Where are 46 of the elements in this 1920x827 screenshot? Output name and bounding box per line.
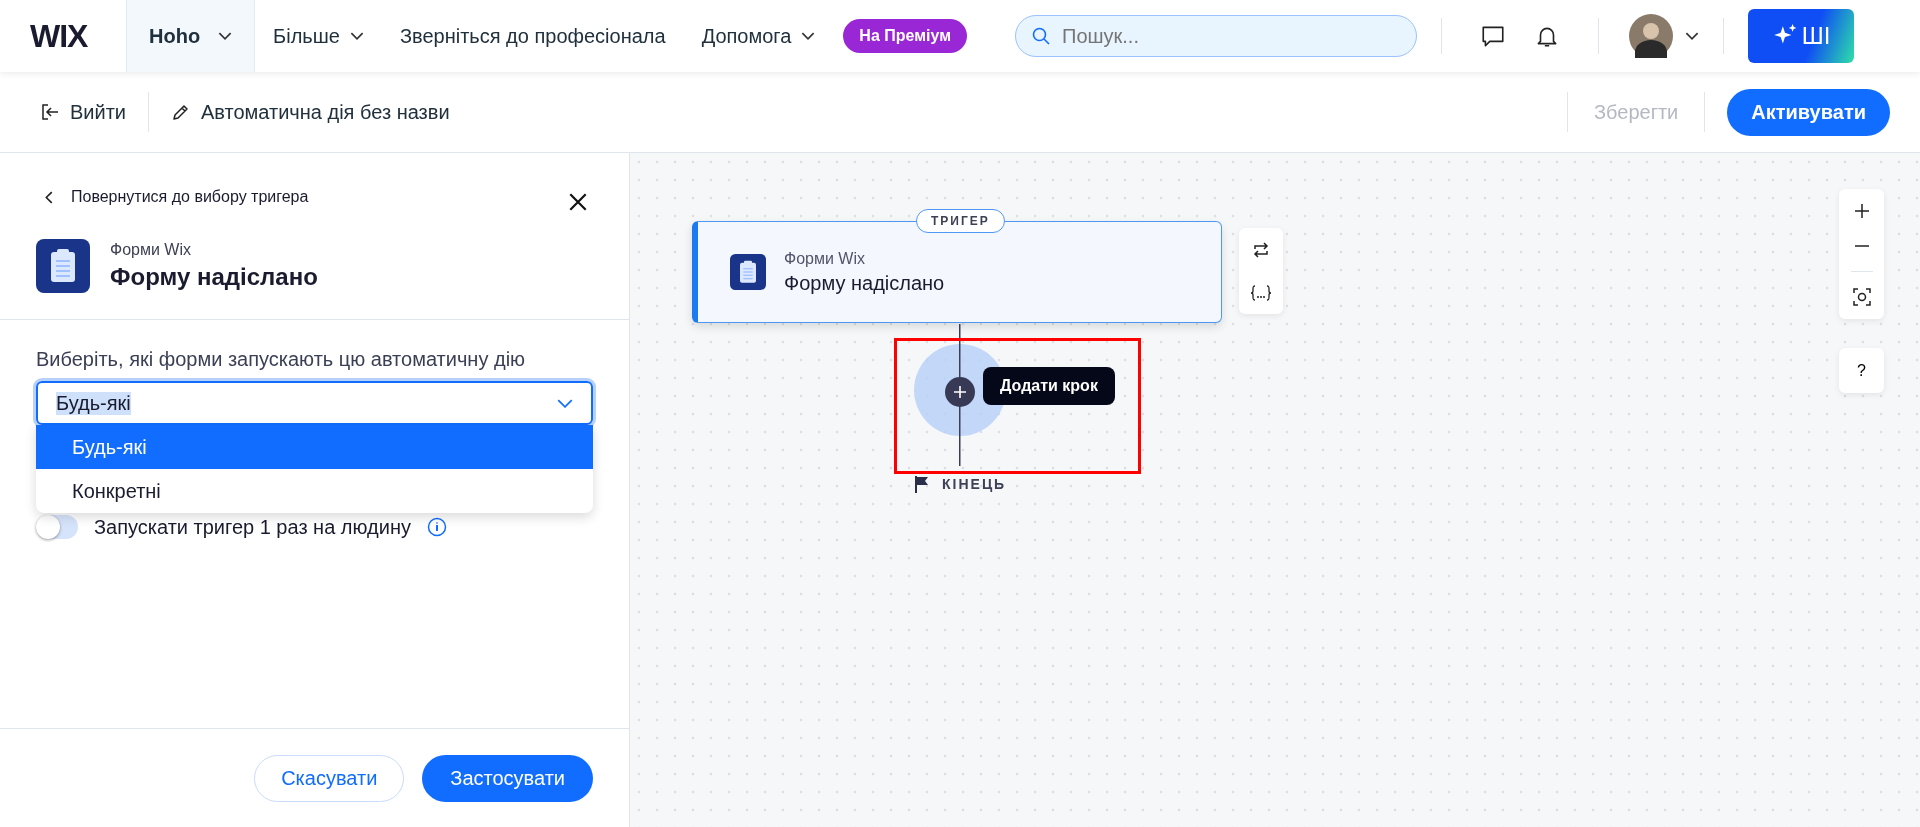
search-icon <box>1031 26 1051 46</box>
ai-label: ШІ <box>1801 22 1831 50</box>
forms-dropdown[interactable]: Будь-які <box>36 381 593 425</box>
nav-menu-item[interactable]: Зверніться до професіонала <box>399 24 666 48</box>
trigger-badge: ТРИГЕР <box>916 209 1005 233</box>
app-name: Форми Wix <box>110 241 192 259</box>
upgrade-button[interactable]: На Преміум <box>843 19 967 53</box>
flag-icon <box>914 475 930 493</box>
ai-button[interactable]: ШІ <box>1748 9 1854 63</box>
exit-icon <box>40 102 60 122</box>
pencil-icon <box>171 102 191 122</box>
apply-button[interactable]: Застосувати <box>422 754 593 802</box>
swap-icon[interactable] <box>1251 239 1271 260</box>
toggle-switch[interactable] <box>36 515 78 539</box>
nav-menu-item[interactable]: Допомога <box>701 24 816 48</box>
logo[interactable]: WIX <box>0 17 126 55</box>
exit-button[interactable]: Вийти <box>40 100 126 124</box>
help-button[interactable]: ? <box>1839 348 1884 393</box>
exit-label: Вийти <box>70 100 126 124</box>
activate-button[interactable]: Активувати <box>1727 88 1890 136</box>
close-icon[interactable] <box>567 191 589 213</box>
dropdown-option[interactable]: Будь-які <box>36 425 593 469</box>
chevron-down-icon <box>218 31 233 41</box>
node-title: Форму надіслано <box>784 271 945 295</box>
trigger-title: Форму надіслано <box>110 263 318 291</box>
chevron-down-icon[interactable] <box>1685 31 1699 41</box>
variables-icon[interactable] <box>1250 282 1272 303</box>
add-step-icon[interactable] <box>945 377 975 407</box>
nav-menu-item[interactable]: Більше <box>273 24 364 48</box>
chevron-down-icon <box>557 398 573 408</box>
info-icon[interactable] <box>426 517 447 537</box>
dropdown-option[interactable]: Конкретні <box>36 469 593 513</box>
chevron-down-icon <box>349 31 364 41</box>
node-app-name: Форми Wix <box>784 249 866 268</box>
clipboard-icon <box>36 239 90 293</box>
tooltip: Додати крок <box>983 367 1115 405</box>
end-label: КІНЕЦЬ <box>942 476 1007 492</box>
search-field[interactable]: Пошук... <box>1015 15 1417 57</box>
site-selector[interactable]: Hoho <box>126 0 256 72</box>
toggle-label: Запускати тригер 1 раз на людину <box>94 515 411 539</box>
avatar-icon[interactable] <box>1629 14 1673 58</box>
chevron-down-icon <box>801 31 816 41</box>
clipboard-icon <box>730 254 766 290</box>
chevron-left-icon <box>44 190 53 204</box>
field-label: Виберіть, які форми запускають цю автоматичну дію <box>36 348 527 371</box>
fit-view-icon[interactable] <box>1851 287 1872 308</box>
